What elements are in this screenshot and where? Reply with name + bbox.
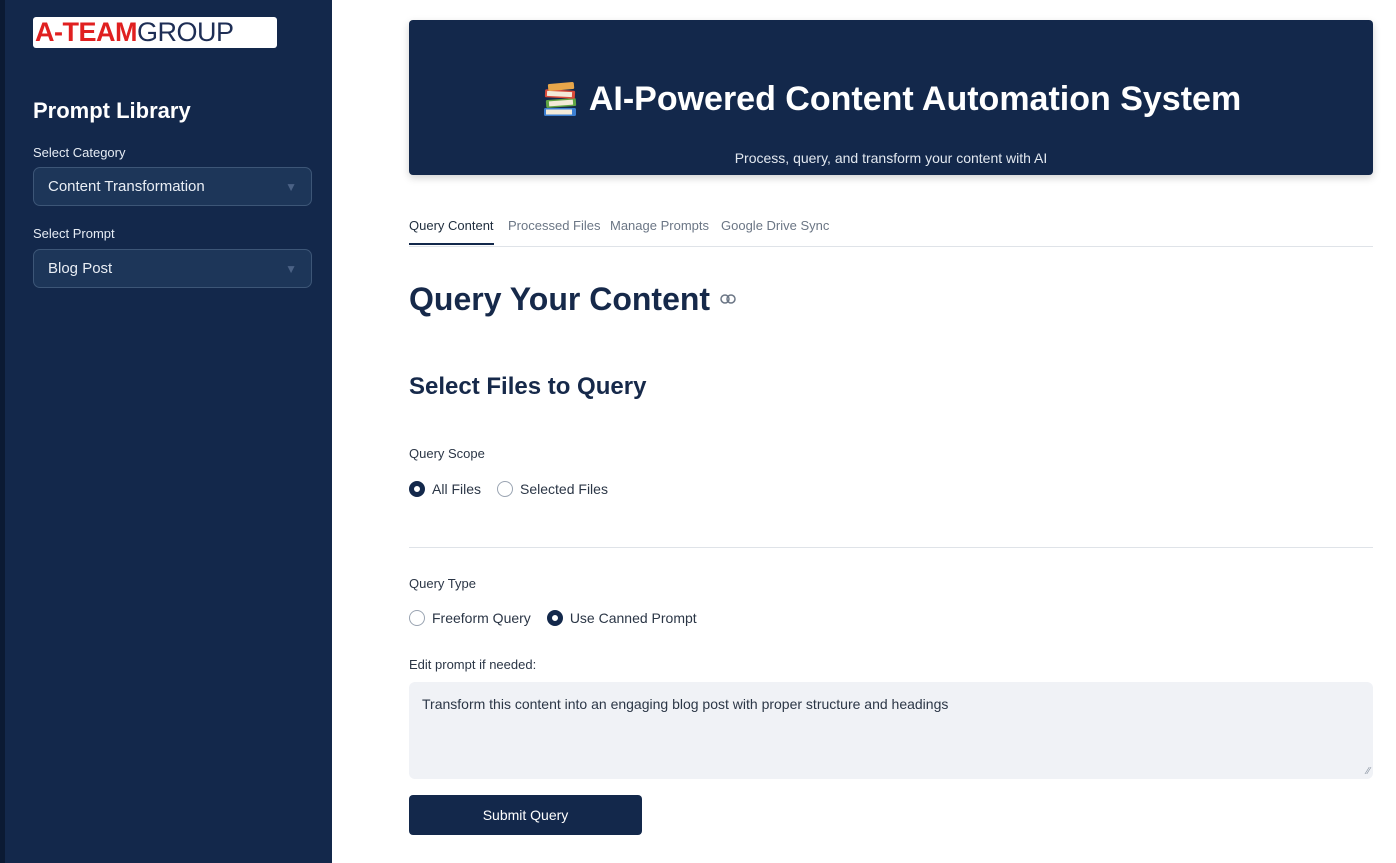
hero-banner: AI-Powered Content Automation System Pro… [409, 20, 1373, 175]
link-icon[interactable] [720, 291, 736, 309]
radio-all-files[interactable]: All Files [409, 481, 481, 497]
logo-part-group: GROUP [136, 17, 234, 47]
tab-processed-files[interactable]: Processed Files [508, 218, 600, 243]
select-category-label: Select Category [33, 145, 126, 160]
tab-query-content[interactable]: Query Content [409, 218, 494, 245]
radio-unselected-icon [497, 481, 514, 497]
chevron-down-icon: ▼ [285, 261, 297, 276]
radio-selected-icon [409, 481, 425, 497]
query-scope-label: Query Scope [409, 446, 485, 461]
query-type-radio-group: Freeform Query Use Canned Prompt [409, 610, 713, 626]
page-title-row: Query Your Content [409, 281, 736, 318]
radio-label: All Files [432, 481, 482, 497]
radio-label: Selected Files [520, 481, 608, 497]
hero-title: AI-Powered Content Automation System [588, 80, 1242, 118]
radio-selected-files[interactable]: Selected Files [497, 481, 608, 497]
section-title: Select Files to Query [409, 373, 647, 400]
select-prompt-label: Select Prompt [33, 226, 115, 241]
hero-title-row: AI-Powered Content Automation System [409, 80, 1373, 119]
radio-freeform-query[interactable]: Freeform Query [409, 610, 531, 626]
radio-use-canned-prompt[interactable]: Use Canned Prompt [546, 610, 697, 626]
radio-selected-icon [546, 610, 563, 626]
chevron-down-icon: ▼ [285, 179, 297, 194]
tab-google-drive-sync[interactable]: Google Drive Sync [721, 218, 829, 243]
edit-prompt-label: Edit prompt if needed: [409, 657, 537, 672]
prompt-select-value: Blog Post [48, 260, 113, 277]
category-select-value: Content Transformation [48, 178, 205, 195]
prompt-library-title: Prompt Library [33, 98, 191, 123]
sidebar: A-TEAM GROUP Prompt Library Select Catego… [0, 0, 332, 863]
tab-bar: Query Content Processed Files Manage Pro… [409, 216, 1373, 247]
query-type-label: Query Type [409, 576, 476, 591]
category-select[interactable]: Content Transformation ▼ [33, 167, 312, 206]
divider [409, 547, 1373, 548]
a-team-group-logo: A-TEAM GROUP [33, 17, 277, 48]
books-icon [541, 81, 579, 118]
radio-label: Freeform Query [432, 610, 531, 626]
resize-handle-icon[interactable]: ∕∕ [1367, 766, 1370, 777]
submit-query-button[interactable]: Submit Query [409, 795, 642, 835]
radio-label: Use Canned Prompt [569, 610, 697, 626]
query-scope-radio-group: All Files Selected Files [409, 481, 624, 497]
logo-part-team: A-TEAM [35, 17, 137, 47]
page-title: Query Your Content [409, 281, 711, 317]
prompt-text: Transform this content into an engaging … [422, 696, 949, 712]
hero-subtitle: Process, query, and transform your conte… [734, 150, 1048, 166]
tab-manage-prompts[interactable]: Manage Prompts [610, 218, 709, 243]
radio-unselected-icon [409, 610, 425, 626]
prompt-textarea[interactable]: Transform this content into an engaging … [409, 682, 1373, 779]
prompt-select[interactable]: Blog Post ▼ [33, 249, 312, 288]
